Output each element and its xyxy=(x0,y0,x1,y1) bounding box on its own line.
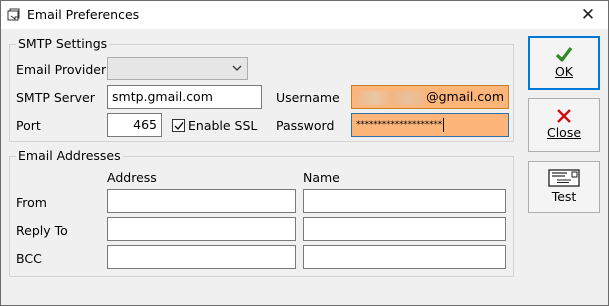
red-x-icon xyxy=(557,109,571,123)
ok-button[interactable]: OK xyxy=(528,36,600,90)
email-preferences-dialog: Email Preferences ✕ SMTP Settings Email … xyxy=(0,0,609,306)
port-label: Port xyxy=(16,118,41,133)
password-label: Password xyxy=(276,118,335,133)
window-close-button[interactable]: ✕ xyxy=(568,1,608,29)
bcc-address-input[interactable] xyxy=(107,245,296,269)
reply-to-address-input[interactable] xyxy=(107,217,296,241)
reply-to-label: Reply To xyxy=(16,223,68,238)
username-suffix: @gmail.com xyxy=(426,89,504,104)
name-column-header: Name xyxy=(303,170,340,185)
address-column-header: Address xyxy=(107,170,157,185)
from-label: From xyxy=(16,195,47,210)
email-addresses-title: Email Addresses xyxy=(16,148,123,163)
enable-ssl-checkbox[interactable] xyxy=(172,119,185,132)
smtp-settings-title: SMTP Settings xyxy=(16,36,110,51)
bcc-name-input[interactable] xyxy=(303,245,506,269)
password-input[interactable]: ******************** xyxy=(351,113,509,137)
test-button[interactable]: Test xyxy=(528,161,600,213)
username-label: Username xyxy=(276,90,340,105)
title-bar: Email Preferences ✕ xyxy=(1,1,608,29)
enable-ssl-label: Enable SSL xyxy=(188,118,258,133)
email-provider-label: Email Provider xyxy=(16,62,107,77)
close-button[interactable]: Close xyxy=(528,98,600,152)
text-cursor xyxy=(443,117,445,132)
password-value: ******************** xyxy=(356,120,443,130)
ok-label: OK xyxy=(554,64,574,79)
app-icon xyxy=(7,8,20,21)
close-icon: ✕ xyxy=(580,5,596,25)
from-address-input[interactable] xyxy=(107,189,296,213)
checkmark-icon xyxy=(174,122,184,131)
username-redacted xyxy=(358,90,425,105)
port-input[interactable]: 465 xyxy=(107,113,162,137)
smtp-server-input[interactable]: smtp.gmail.com xyxy=(107,85,262,109)
from-name-input[interactable] xyxy=(303,189,506,213)
smtp-server-label: SMTP Server xyxy=(16,90,95,105)
window-title: Email Preferences xyxy=(27,7,140,22)
username-input[interactable]: @gmail.com xyxy=(351,85,509,109)
envelope-icon xyxy=(548,169,580,187)
close-label: Close xyxy=(546,125,582,140)
email-provider-select[interactable] xyxy=(107,57,248,80)
test-label: Test xyxy=(551,189,577,204)
checkmark-icon xyxy=(555,47,573,62)
bcc-label: BCC xyxy=(16,251,42,266)
reply-to-name-input[interactable] xyxy=(303,217,506,241)
chevron-down-icon xyxy=(232,65,242,71)
